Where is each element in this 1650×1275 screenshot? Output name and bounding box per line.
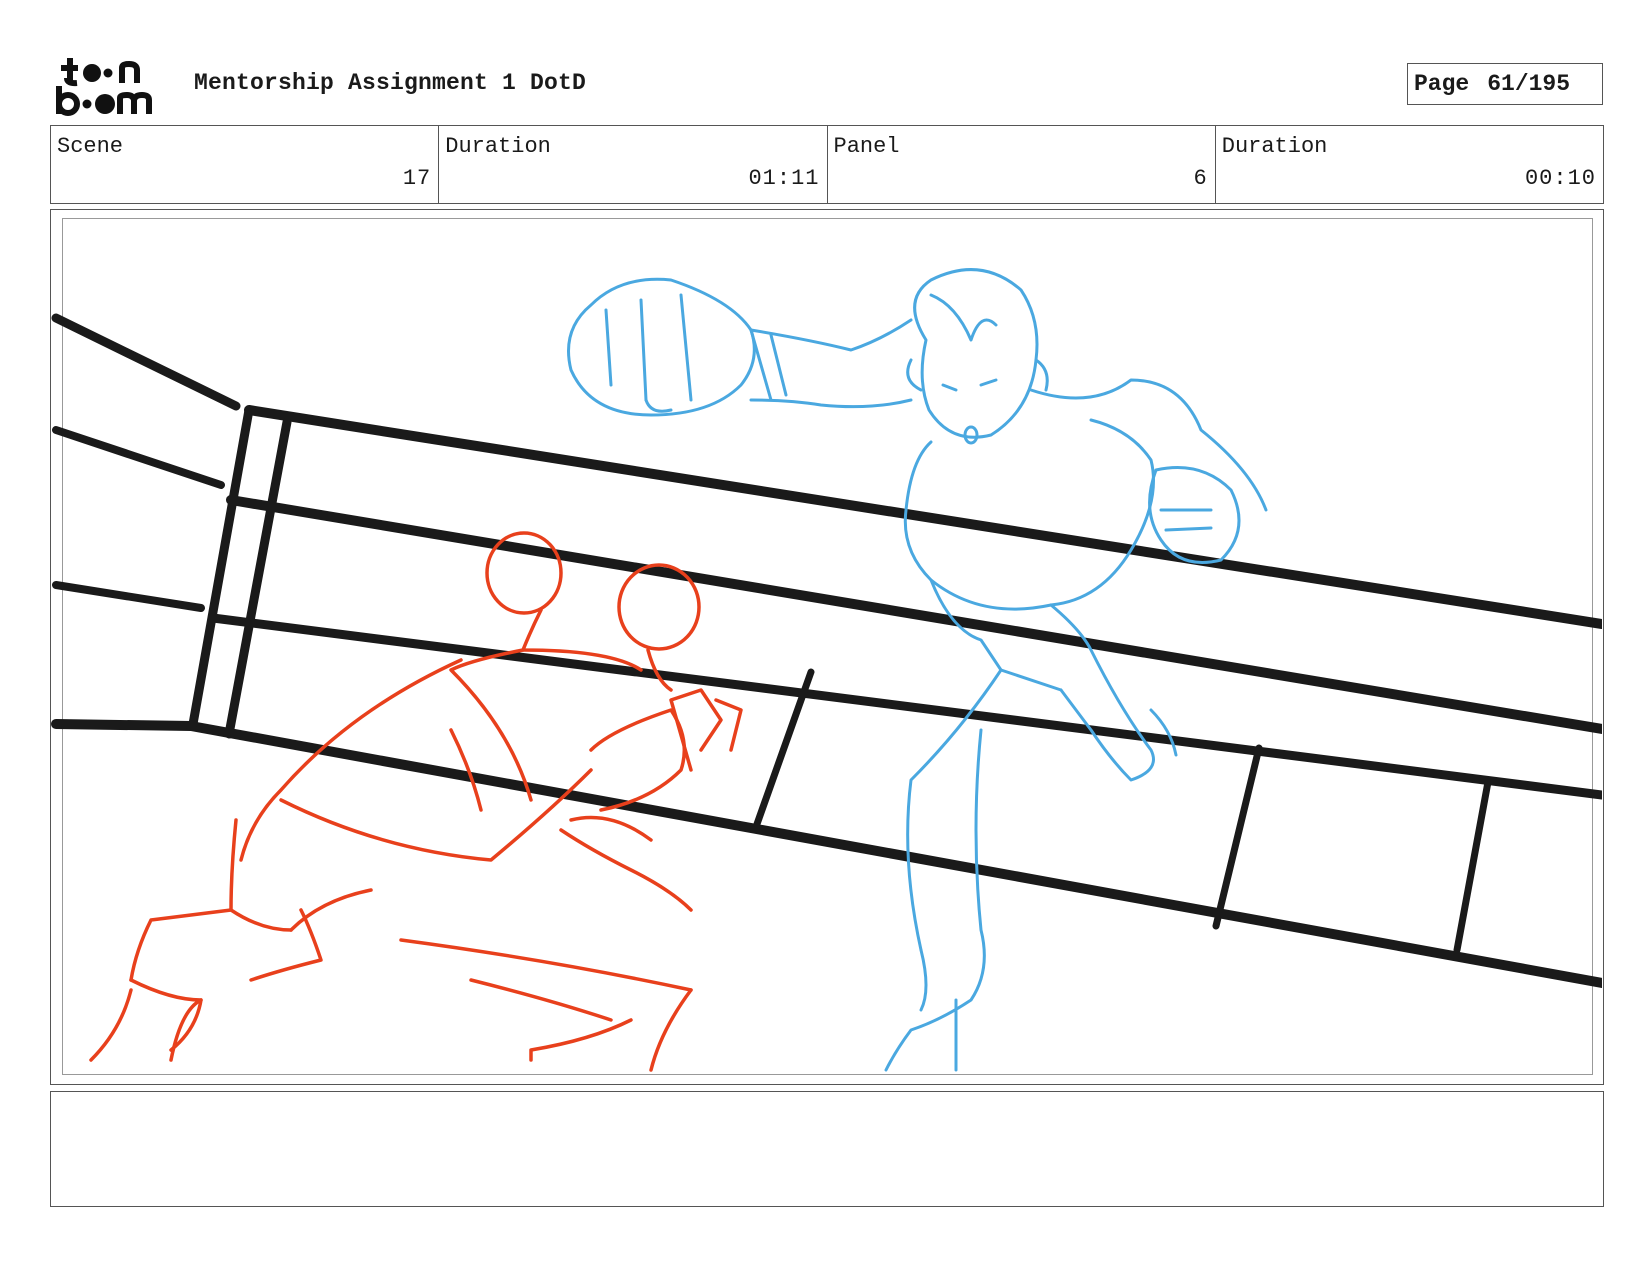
panel-drawing bbox=[51, 268, 1602, 1072]
toon-boom-logo bbox=[54, 56, 170, 116]
scene-label: Scene bbox=[57, 134, 124, 159]
panel-duration-value: 00:10 bbox=[1524, 166, 1596, 191]
panel-duration-cell: Duration 00:10 bbox=[1216, 126, 1603, 203]
page-label: Page bbox=[1414, 71, 1470, 97]
scene-duration-label: Duration bbox=[445, 134, 551, 159]
panel-cell: Panel 6 bbox=[828, 126, 1216, 203]
scene-duration-value: 01:11 bbox=[748, 166, 820, 191]
page-number: 61/195 bbox=[1487, 71, 1571, 97]
boxing-ring-sketch bbox=[51, 313, 1602, 988]
panel-notes-box[interactable] bbox=[50, 1091, 1604, 1207]
scene-duration-cell: Duration 01:11 bbox=[439, 126, 828, 203]
panel-number: 6 bbox=[1193, 166, 1208, 191]
blue-fighter-sketch bbox=[567, 268, 1268, 1072]
panel-label: Panel bbox=[833, 134, 900, 159]
panel-info-bar: Scene 17 Duration 01:11 Panel 6 Duration… bbox=[50, 125, 1604, 204]
scene-cell: Scene 17 bbox=[51, 126, 440, 203]
panel-duration-label: Duration bbox=[1221, 134, 1328, 159]
page-indicator: Page 61/195 bbox=[1407, 63, 1603, 105]
red-fighter-sketch bbox=[89, 531, 743, 1072]
scene-number: 17 bbox=[402, 166, 432, 191]
storyboard-panel[interactable] bbox=[50, 209, 1604, 1085]
logo-icon bbox=[56, 58, 152, 116]
document-title: Mentorship Assignment 1 DotD bbox=[194, 70, 587, 96]
